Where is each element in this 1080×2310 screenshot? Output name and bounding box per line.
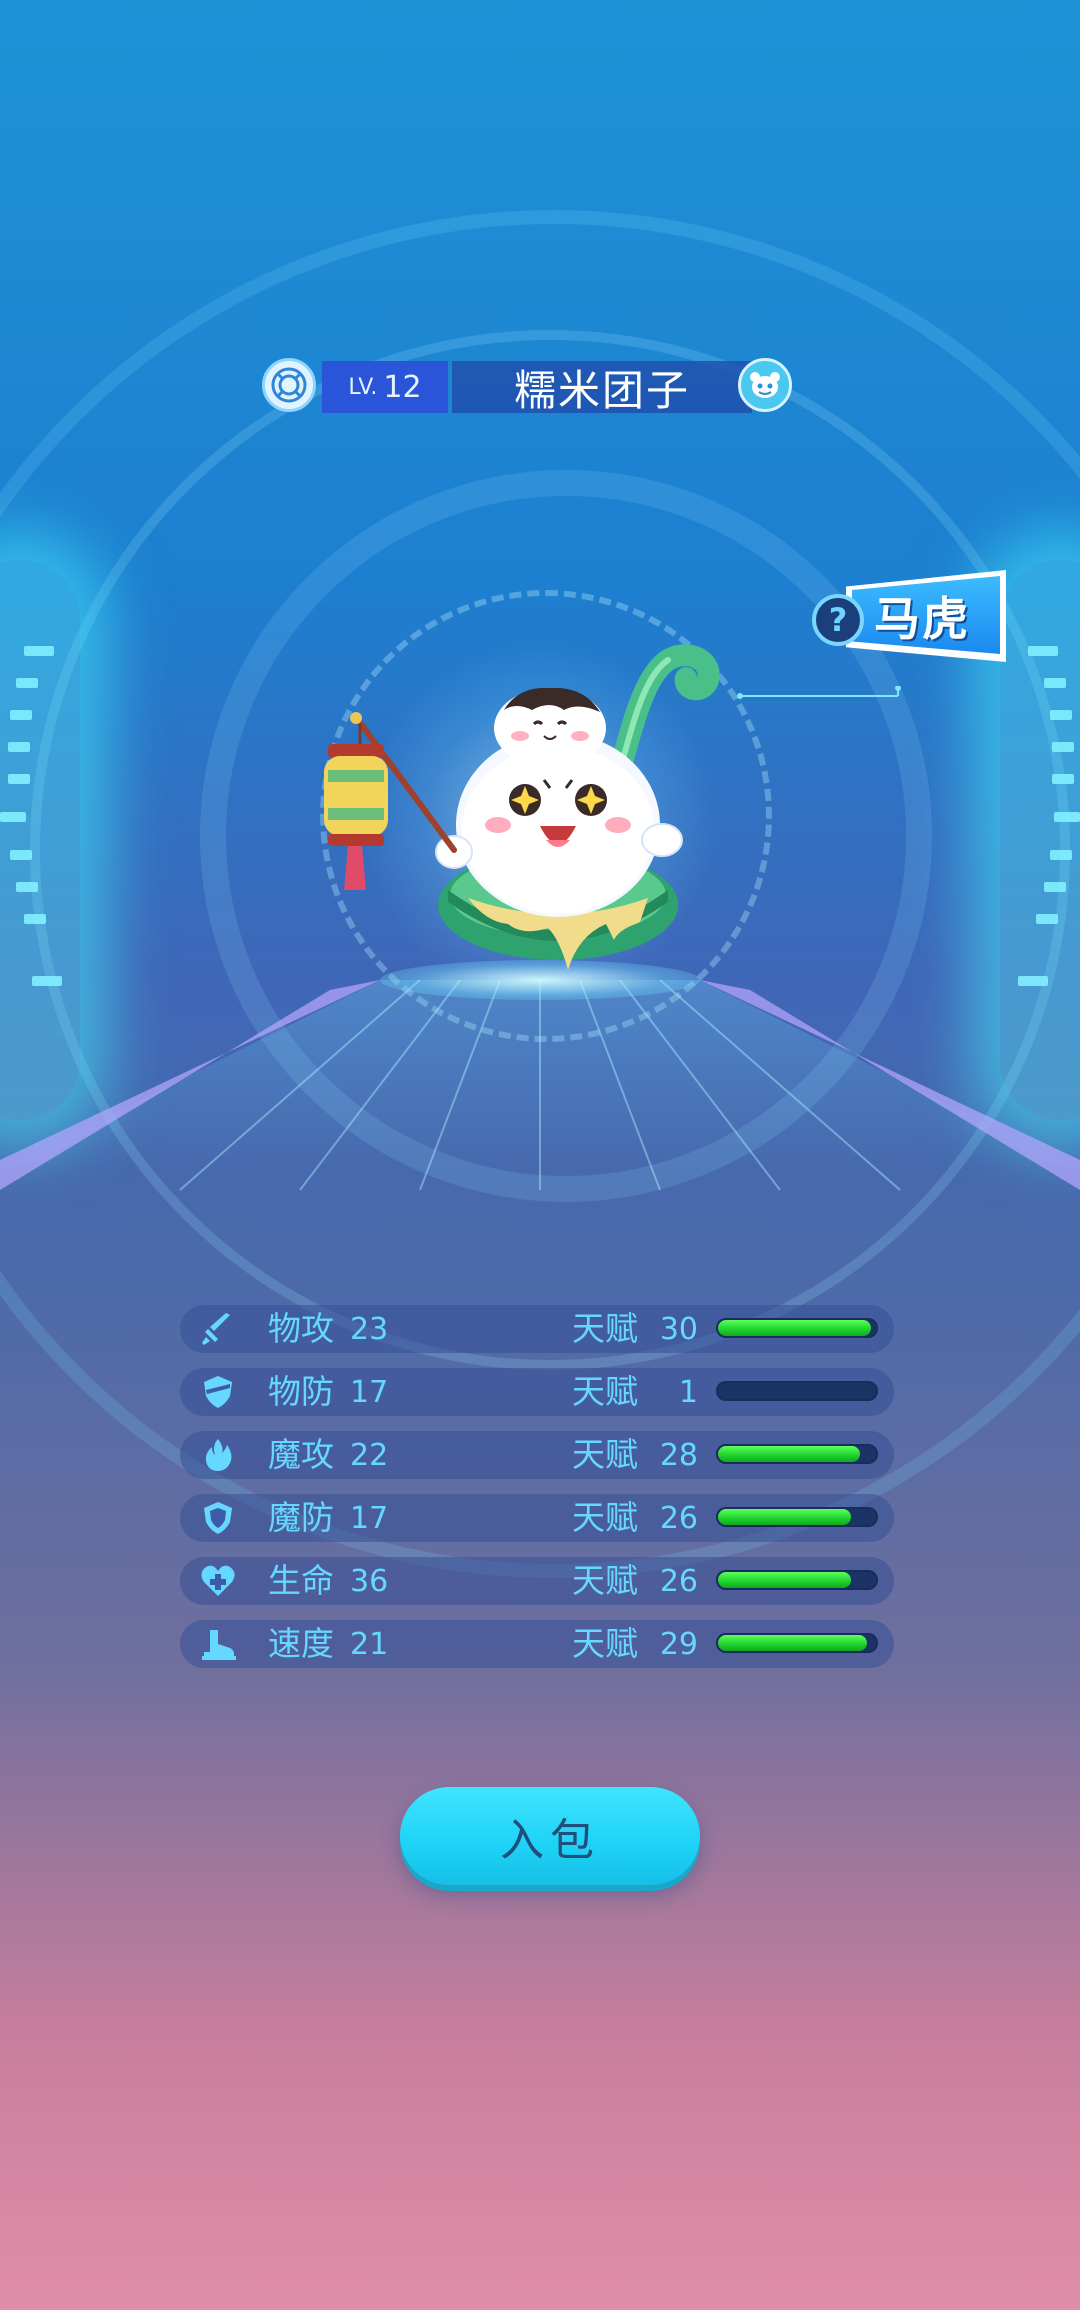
- pet-detail-screen: LV. 12 糯米团子 马虎 ? 物攻 23 天赋 30 物防 17 天赋 1 …: [0, 0, 1080, 2310]
- pet-header: LV. 12 糯米团子: [262, 358, 792, 415]
- hud-tick: [10, 850, 32, 860]
- hud-tick: [0, 812, 26, 822]
- hud-tick: [1054, 812, 1080, 822]
- talent-value: 29: [659, 1627, 698, 1662]
- stat-label: 魔防: [268, 1498, 334, 1537]
- pet-character-image[interactable]: [318, 640, 738, 980]
- talent-label: 天赋: [572, 1624, 638, 1663]
- hud-tick: [1052, 774, 1074, 784]
- talent-value: 28: [659, 1438, 698, 1473]
- magic-shield-icon: [200, 1500, 236, 1536]
- stat-label: 速度: [268, 1624, 334, 1663]
- hud-tick: [1036, 914, 1058, 924]
- talent-label: 天赋: [572, 1435, 638, 1474]
- hud-tick: [8, 774, 30, 784]
- stat-row-magic-defense: 魔防 17 天赋 26: [180, 1494, 894, 1542]
- stat-value: 17: [350, 1375, 389, 1410]
- level-value: 12: [383, 369, 422, 405]
- hud-tick: [1050, 850, 1072, 860]
- stat-row-speed: 速度 21 天赋 29: [180, 1620, 894, 1668]
- talent-label: 天赋: [572, 1498, 638, 1537]
- stat-label: 物防: [268, 1372, 334, 1411]
- hud-tick: [24, 914, 46, 924]
- stat-value: 17: [350, 1501, 389, 1536]
- sword-icon: [200, 1311, 236, 1347]
- talent-bar: [716, 1633, 878, 1653]
- talent-label: 天赋: [572, 1561, 638, 1600]
- talent-label: 天赋: [572, 1309, 638, 1348]
- boot-icon: [200, 1626, 236, 1662]
- right-light-beam: [1000, 560, 1080, 1120]
- hud-tick: [1044, 678, 1066, 688]
- talent-bar-fill: [718, 1320, 872, 1336]
- level-prefix: LV.: [348, 374, 378, 400]
- stats-panel: 物攻 23 天赋 30 物防 17 天赋 1 魔攻 22 天赋 28 魔防 17…: [180, 1305, 894, 1683]
- pet-name: 糯米团子: [452, 361, 752, 415]
- stat-value: 21: [350, 1627, 389, 1662]
- tag-connector-line: [737, 686, 901, 699]
- talent-bar-fill: [718, 1446, 861, 1462]
- personality-tag[interactable]: 马虎 ?: [812, 568, 1006, 664]
- hud-tick: [1044, 882, 1066, 892]
- talent-bar: [716, 1507, 878, 1527]
- talent-value: 26: [659, 1501, 698, 1536]
- heart-plus-icon: [200, 1563, 236, 1599]
- hud-tick: [1018, 976, 1048, 986]
- hud-tick: [32, 976, 62, 986]
- personality-label: 马虎: [874, 592, 970, 646]
- left-light-beam: [0, 560, 80, 1120]
- talent-value: 30: [659, 1312, 698, 1347]
- talent-label: 天赋: [572, 1372, 638, 1411]
- hud-tick: [10, 710, 32, 720]
- stat-label: 物攻: [268, 1309, 334, 1348]
- rank-badge-icon[interactable]: [262, 358, 316, 412]
- hud-tick: [16, 882, 38, 892]
- talent-bar-fill: [718, 1509, 851, 1525]
- talent-value: 1: [678, 1375, 698, 1410]
- question-mark-icon[interactable]: ?: [812, 594, 864, 646]
- stat-row-health: 生命 36 天赋 26: [180, 1557, 894, 1605]
- talent-bar: [716, 1444, 878, 1464]
- hud-tick: [1050, 710, 1072, 720]
- stat-label: 生命: [268, 1561, 334, 1600]
- talent-bar: [716, 1570, 878, 1590]
- stat-row-physical-defense: 物防 17 天赋 1: [180, 1368, 894, 1416]
- stat-row-physical-attack: 物攻 23 天赋 30: [180, 1305, 894, 1353]
- talent-bar: [716, 1381, 878, 1401]
- pet-element-icon[interactable]: [738, 358, 792, 412]
- stat-label: 魔攻: [268, 1435, 334, 1474]
- stat-row-magic-attack: 魔攻 22 天赋 28: [180, 1431, 894, 1479]
- hud-tick: [1052, 742, 1074, 752]
- stat-value: 23: [350, 1312, 389, 1347]
- hud-tick: [8, 742, 30, 752]
- hud-tick: [16, 678, 38, 688]
- shield-icon: [200, 1374, 236, 1410]
- talent-bar-fill: [718, 1635, 867, 1651]
- stat-value: 22: [350, 1438, 389, 1473]
- talent-bar-fill: [718, 1572, 851, 1588]
- talent-bar: [716, 1318, 878, 1338]
- add-to-bag-button[interactable]: 入包: [400, 1787, 700, 1885]
- fire-icon: [200, 1437, 236, 1473]
- hud-tick: [1028, 646, 1058, 656]
- level-indicator: LV. 12: [322, 361, 448, 413]
- stat-value: 36: [350, 1564, 389, 1599]
- talent-value: 26: [659, 1564, 698, 1599]
- hud-tick: [24, 646, 54, 656]
